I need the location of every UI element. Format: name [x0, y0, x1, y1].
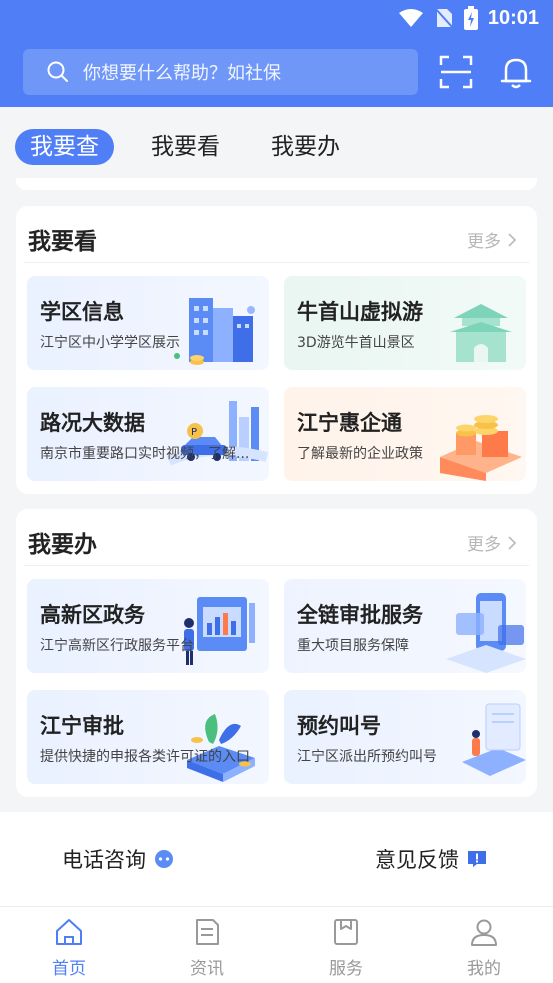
- news-icon: [196, 919, 219, 945]
- divider: [24, 565, 529, 566]
- battery-icon: [463, 6, 478, 30]
- chevron-right-icon: [508, 232, 517, 247]
- nav-home[interactable]: 首页: [29, 917, 109, 979]
- tile-jiangning-approval[interactable]: 江宁审批 提供快捷的申报各类许可证的入口: [27, 690, 269, 784]
- feedback-icon: [468, 851, 486, 867]
- svg-text:P: P: [191, 427, 197, 438]
- nav-mine[interactable]: 我的: [444, 917, 524, 979]
- nav-news[interactable]: 资讯: [167, 917, 247, 979]
- bottom-nav: 首页 资讯 服务 我的: [0, 906, 553, 983]
- tile-niushou-mountain[interactable]: 牛首山虚拟游 3D游览牛首山景区: [284, 276, 526, 370]
- phone-consult-link[interactable]: 电话咨询: [62, 844, 174, 874]
- more-link[interactable]: 更多: [467, 530, 517, 555]
- divider: [24, 262, 529, 263]
- tile-enterprise-benefits[interactable]: 江宁惠企通 了解最新的企业政策: [284, 387, 526, 481]
- tab-watch[interactable]: 我要看: [151, 129, 220, 165]
- section-handle: 我要办 更多 高新区政务 江宁高新区行政服务平台 全链审批服务 重大项目服务保障: [16, 509, 537, 797]
- wifi-icon: [398, 9, 423, 27]
- tile-school-district[interactable]: 学区信息 江宁区中小学学区展示: [27, 276, 269, 370]
- dashboard-illustration: [184, 597, 255, 665]
- more-link[interactable]: 更多: [467, 227, 517, 252]
- contact-bar: 电话咨询 意见反馈: [0, 812, 553, 906]
- user-icon: [471, 919, 497, 946]
- buildings-illustration: [174, 298, 255, 365]
- chevron-right-icon: [508, 535, 517, 550]
- bell-icon[interactable]: [498, 54, 534, 90]
- category-tabs: 我要查 我要看 我要办: [0, 107, 553, 189]
- feedback-link[interactable]: 意见反馈: [375, 844, 487, 874]
- service-icon: [334, 919, 358, 945]
- scan-icon[interactable]: [438, 54, 474, 90]
- phone-illustration: [446, 593, 526, 673]
- search-icon: [47, 61, 68, 82]
- no-sim-icon: [434, 7, 454, 29]
- tile-full-chain-approval[interactable]: 全链审批服务 重大项目服务保障: [284, 579, 526, 673]
- search-bar[interactable]: 你想要什么帮助？如社保: [23, 49, 418, 95]
- pagoda-illustration: [450, 304, 512, 362]
- nav-service[interactable]: 服务: [306, 917, 386, 979]
- section-title: 我要看: [28, 229, 97, 255]
- coins-illustration: [440, 415, 522, 481]
- tab-handle[interactable]: 我要办: [271, 129, 340, 165]
- section-title: 我要办: [28, 532, 97, 558]
- search-placeholder: 你想要什么帮助？如社保: [83, 63, 281, 84]
- app-header: 10:01 你想要什么帮助？如社保: [0, 0, 553, 107]
- traffic-illustration: P: [166, 401, 269, 466]
- tile-traffic-data[interactable]: 路况大数据 南京市重要路口实时视频，了解... P: [27, 387, 269, 481]
- status-time: 10:01: [487, 6, 539, 29]
- tile-appointment-queue[interactable]: 预约叫号 江宁区派出所预约叫号: [284, 690, 526, 784]
- section-watch: 我要看 更多 学区信息 江宁区中小学学区展示 牛首山虚拟游 3D游览牛首山景区: [16, 206, 537, 494]
- tab-query[interactable]: 我要查: [15, 129, 114, 165]
- home-icon: [56, 919, 82, 945]
- queue-illustration: [462, 703, 526, 776]
- book-illustration: [187, 714, 255, 782]
- status-bar: 10:01: [0, 0, 553, 36]
- tile-hightech-zone[interactable]: 高新区政务 江宁高新区行政服务平台: [27, 579, 269, 673]
- chat-icon: [155, 850, 173, 868]
- query-card-edge: [16, 178, 537, 190]
